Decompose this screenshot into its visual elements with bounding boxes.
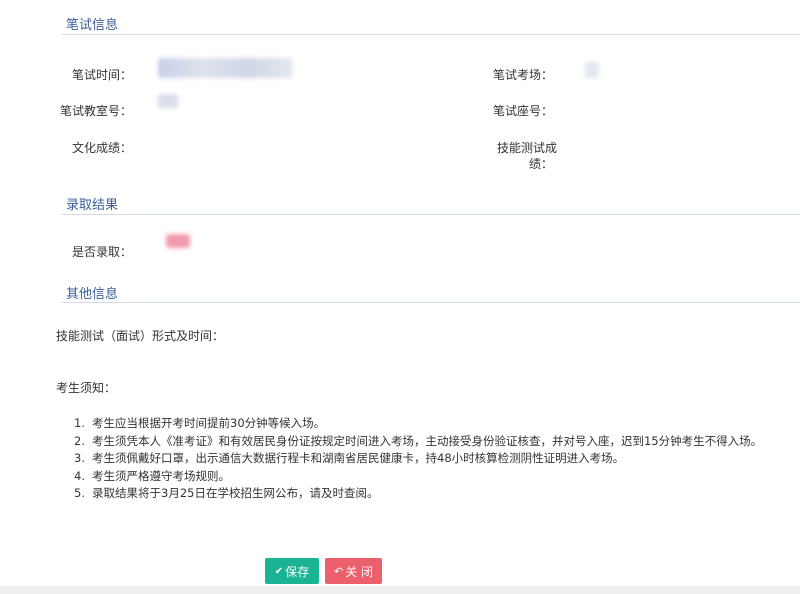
section-divider [62, 302, 800, 303]
notice-list: 1. 考生应当根据开考时间提前30分钟等候入场。 2. 考生须凭本人《准考证》和有效… [74, 415, 762, 503]
skill-score-label-line2: 绩： [528, 157, 553, 171]
classroom-no-label: 笔试教室号： [59, 104, 132, 118]
exam-venue-label: 笔试考场： [492, 68, 553, 82]
notice-text: 考生须严格遵守考场规则。 [92, 468, 230, 483]
section-divider [62, 214, 800, 215]
exam-time-label: 笔试时间： [71, 68, 132, 82]
skill-score-label-line1: 技能测试成 [496, 141, 557, 155]
section-divider [62, 34, 800, 35]
section-title-other-info: 其他信息 [66, 287, 119, 302]
close-button-label: 关 闭 [345, 564, 374, 579]
notice-item: 2. 考生须凭本人《准考证》和有效居民身份证按规定时间进入考场，主动接受身份验证核… [74, 433, 763, 448]
notice-text: 录取结果将于3月25日在学校招生网公布，请及时查阅。 [92, 486, 379, 500]
notice-item: 4. 考生须严格遵守考场规则。 [74, 468, 230, 483]
skill-test-form-label: 技能测试（面试）形式及时间： [56, 329, 225, 343]
notice-text: 考生须佩戴好口罩，出示通信大数据行程卡和湖南省居民健康卡，持48小时核算检测阴性… [92, 451, 625, 465]
academic-score-label: 文化成绩： [71, 141, 132, 155]
seat-no-label: 笔试座号： [492, 104, 553, 118]
undo-icon: ↶ [333, 564, 344, 578]
admitted-value-redacted [166, 234, 190, 248]
notice-item: 3. 考生须佩戴好口罩，出示通信大数据行程卡和湖南省居民健康卡，持48小时核算检测… [74, 451, 625, 465]
notice-item: 5. 录取结果将于3月25日在学校招生网公布，请及时查阅。 [74, 486, 379, 500]
notice-item: 1. 考生应当根据开考时间提前30分钟等候入场。 [74, 416, 326, 430]
notice-text: 考生应当根据开考时间提前30分钟等候入场。 [92, 416, 326, 430]
save-button-label: 保存 [285, 564, 310, 579]
save-button[interactable]: ✔ 保存 [265, 558, 319, 584]
exam-time-value-redacted [158, 58, 293, 78]
close-button[interactable]: ↶ 关 闭 [325, 558, 382, 584]
section-title-admission: 录取结果 [66, 198, 119, 213]
notice-text: 考生须凭本人《准考证》和有效居民身份证按规定时间进入考场，主动接受身份验证核查，… [92, 433, 763, 448]
footer-bar [0, 586, 800, 594]
check-icon: ✔ [274, 565, 284, 577]
exam-venue-value-redacted [585, 62, 599, 78]
section-title-exam-info: 笔试信息 [66, 18, 119, 33]
admitted-label: 是否录取： [71, 245, 132, 259]
classroom-no-value-redacted [158, 94, 178, 108]
notice-label: 考生须知： [56, 381, 117, 395]
